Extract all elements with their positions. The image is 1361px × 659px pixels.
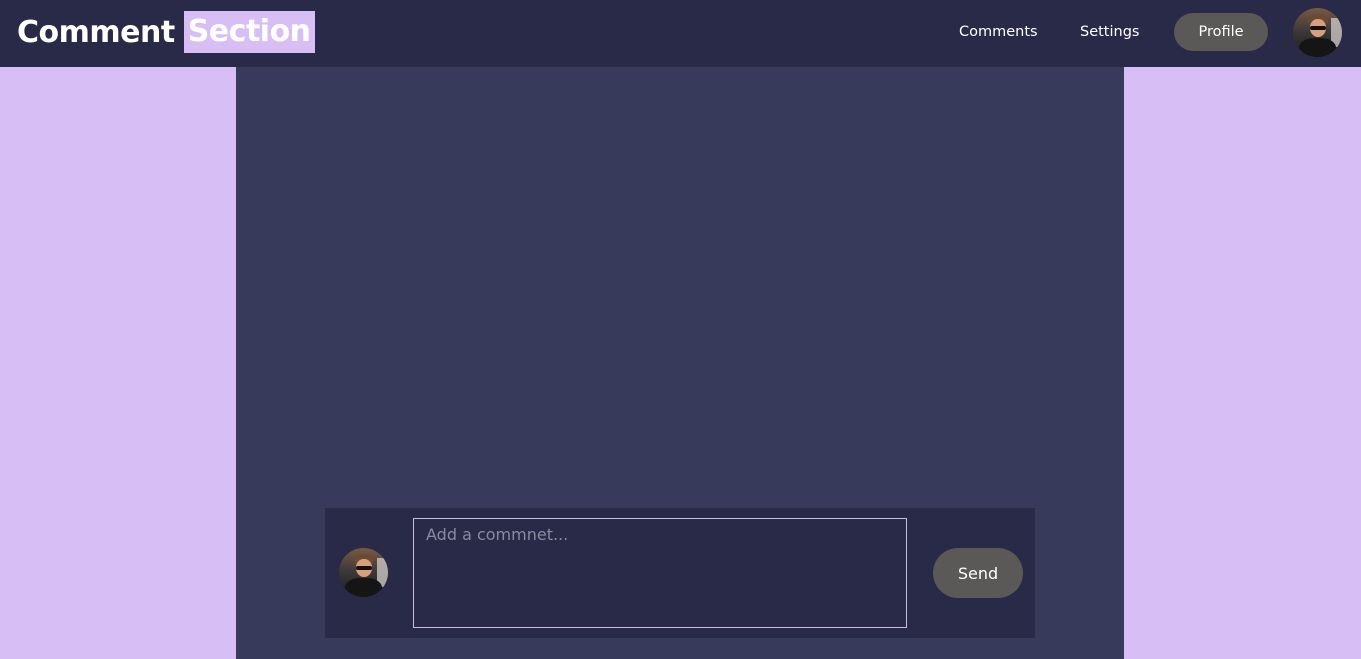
brand-word-comment: Comment — [17, 14, 175, 50]
send-button[interactable]: Send — [933, 548, 1023, 598]
brand-logo[interactable]: Comment Section — [17, 11, 315, 53]
avatar-body — [344, 578, 383, 597]
user-avatar-icon[interactable] — [1293, 8, 1342, 57]
avatar-body — [1298, 38, 1337, 57]
user-avatar-icon — [339, 548, 388, 597]
profile-button[interactable]: Profile — [1174, 13, 1268, 51]
avatar-glasses — [1309, 25, 1327, 31]
navbar: Comment Section Comments Settings Profil… — [0, 0, 1361, 67]
brand-word-section: Section — [183, 11, 315, 53]
comment-input[interactable] — [413, 518, 907, 628]
nav-link-comments[interactable]: Comments — [959, 21, 1038, 43]
nav-link-settings[interactable]: Settings — [1080, 21, 1139, 43]
avatar-glasses — [355, 565, 373, 571]
